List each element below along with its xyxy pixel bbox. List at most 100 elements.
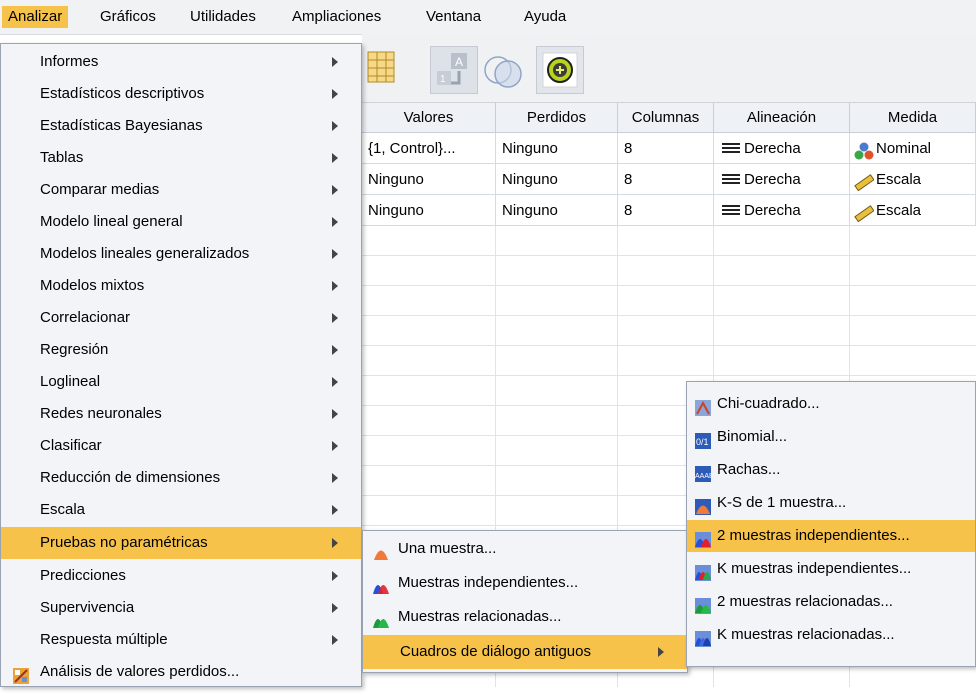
swap-variables-icon[interactable]: A 1 bbox=[430, 46, 478, 94]
menu-item-supervivencia[interactable]: Supervivencia bbox=[1, 592, 361, 624]
menu-bar: Analizar Gráficos Utilidades Ampliacione… bbox=[0, 0, 976, 35]
cell-columnas[interactable]: 8 bbox=[618, 133, 714, 164]
menu-item-predicciones[interactable]: Predicciones bbox=[1, 560, 361, 592]
menu-item-tablas[interactable]: Tablas bbox=[1, 142, 361, 174]
menu-item-comparar-medias[interactable]: Comparar medias bbox=[1, 174, 361, 206]
menu-item-label: Clasificar bbox=[40, 437, 102, 454]
menu-ampliaciones[interactable]: Ampliaciones bbox=[286, 6, 387, 28]
submenu-arrow-icon bbox=[332, 603, 338, 613]
submenu-arrow-icon bbox=[332, 635, 338, 645]
menu-item-pruebas-no-parametricas[interactable]: Pruebas no paramétricas bbox=[1, 527, 361, 559]
menu-item-muestras-independientes[interactable]: Muestras independientes... bbox=[363, 567, 687, 599]
venn-icon[interactable] bbox=[480, 46, 526, 92]
one-sample-icon bbox=[373, 541, 389, 560]
menu-item-regresion[interactable]: Regresión bbox=[1, 334, 361, 366]
cell-alineacion[interactable]: Derecha bbox=[714, 164, 850, 195]
col-header-alineacion[interactable]: Alineación bbox=[714, 103, 850, 133]
align-right-icon bbox=[722, 205, 740, 218]
menu-item-una-muestra[interactable]: Una muestra... bbox=[363, 533, 687, 565]
menu-ventana[interactable]: Ventana bbox=[420, 6, 487, 28]
menu-analizar[interactable]: Analizar bbox=[2, 6, 69, 28]
col-header-perdidos[interactable]: Perdidos bbox=[496, 103, 618, 133]
menu-item-binomial[interactable]: 0/1 Binomial... bbox=[687, 421, 975, 453]
menu-item-escala[interactable]: Escala bbox=[1, 494, 361, 526]
menu-item-label: Tablas bbox=[40, 149, 84, 166]
submenu-arrow-icon bbox=[332, 505, 338, 515]
menu-item-label: 2 muestras relacionadas... bbox=[717, 593, 893, 610]
menu-item-label: Estadísticas Bayesianas bbox=[40, 117, 203, 134]
menu-item-estadisticas-bayesianas[interactable]: Estadísticas Bayesianas bbox=[1, 110, 361, 142]
submenu-arrow-icon bbox=[332, 249, 338, 259]
chi-square-icon bbox=[695, 396, 711, 416]
scale-ruler-icon bbox=[854, 202, 875, 223]
menu-item-label: Cuadros de diálogo antiguos bbox=[400, 643, 591, 660]
submenu-arrow-icon bbox=[332, 571, 338, 581]
col-header-valores[interactable]: Valores bbox=[362, 103, 496, 133]
analizar-menu: Informes Estadísticos descriptivos Estad… bbox=[0, 43, 362, 687]
svg-text:0/1: 0/1 bbox=[696, 437, 709, 447]
pruebas-no-parametricas-submenu: Una muestra... Muestras independientes..… bbox=[362, 530, 688, 673]
menu-item-muestras-relacionadas[interactable]: Muestras relacionadas... bbox=[363, 601, 687, 633]
menu-item-respuesta-multiple[interactable]: Respuesta múltiple bbox=[1, 624, 361, 656]
submenu-arrow-icon bbox=[332, 473, 338, 483]
menu-item-modelos-mixtos[interactable]: Modelos mixtos bbox=[1, 270, 361, 302]
menu-utilidades[interactable]: Utilidades bbox=[184, 6, 262, 28]
cell-medida[interactable]: Nominal bbox=[850, 133, 976, 164]
cell-columnas[interactable]: 8 bbox=[618, 195, 714, 226]
menu-item-2-muestras-relacionadas[interactable]: 2 muestras relacionadas... bbox=[687, 586, 975, 618]
submenu-arrow-icon bbox=[332, 153, 338, 163]
menu-item-2-muestras-independientes[interactable]: 2 muestras independientes... bbox=[687, 520, 975, 552]
cell-alineacion[interactable]: Derecha bbox=[714, 133, 850, 164]
cell-alineacion[interactable]: Derecha bbox=[714, 195, 850, 226]
cell-valores[interactable]: Ninguno bbox=[362, 164, 496, 195]
menu-item-correlacionar[interactable]: Correlacionar bbox=[1, 302, 361, 334]
cell-medida[interactable]: Escala bbox=[850, 195, 976, 226]
menu-item-informes[interactable]: Informes bbox=[1, 46, 361, 78]
menu-item-valores-perdidos[interactable]: Análisis de valores perdidos... bbox=[1, 656, 361, 688]
submenu-arrow-icon bbox=[332, 281, 338, 291]
cell-perdidos[interactable]: Ninguno bbox=[496, 195, 618, 226]
menu-item-label: 2 muestras independientes... bbox=[717, 527, 910, 544]
menu-item-label: Modelo lineal general bbox=[40, 213, 183, 230]
menu-item-k-muestras-relacionadas[interactable]: K muestras relacionadas... bbox=[687, 619, 975, 651]
menu-item-chi-cuadrado[interactable]: Chi-cuadrado... bbox=[687, 388, 975, 420]
menu-item-redes-neuronales[interactable]: Redes neuronales bbox=[1, 398, 361, 430]
menu-item-rachas[interactable]: AAAB Rachas... bbox=[687, 454, 975, 486]
cell-valores[interactable]: {1, Control}... bbox=[362, 133, 496, 164]
col-header-medida[interactable]: Medida bbox=[850, 103, 976, 133]
add-circle-icon[interactable] bbox=[536, 46, 584, 94]
k-related-samples-icon bbox=[695, 627, 711, 647]
menu-item-cuadros-dialogo-antiguos[interactable]: Cuadros de diálogo antiguos bbox=[363, 635, 687, 669]
menu-item-label: Modelos lineales generalizados bbox=[40, 245, 250, 262]
menu-item-reduccion-dimensiones[interactable]: Reducción de dimensiones bbox=[1, 462, 361, 494]
alineacion-value: Derecha bbox=[744, 140, 801, 157]
menu-item-modelo-lineal-general[interactable]: Modelo lineal general bbox=[1, 206, 361, 238]
submenu-arrow-icon bbox=[332, 409, 338, 419]
cell-medida[interactable]: Escala bbox=[850, 164, 976, 195]
menu-item-ks-1-muestra[interactable]: K-S de 1 muestra... bbox=[687, 487, 975, 519]
menu-item-label: Informes bbox=[40, 53, 99, 70]
menu-item-label: K muestras independientes... bbox=[717, 560, 912, 577]
cell-perdidos[interactable]: Ninguno bbox=[496, 133, 618, 164]
col-header-columnas[interactable]: Columnas bbox=[618, 103, 714, 133]
menu-item-label: Predicciones bbox=[40, 567, 126, 584]
cell-perdidos[interactable]: Ninguno bbox=[496, 164, 618, 195]
medida-value: Escala bbox=[876, 202, 922, 219]
menu-item-k-muestras-independientes[interactable]: K muestras independientes... bbox=[687, 553, 975, 585]
menu-item-label: Muestras independientes... bbox=[398, 574, 579, 591]
menu-item-label: Rachas... bbox=[717, 461, 781, 478]
menu-item-modelos-lineales-generalizados[interactable]: Modelos lineales generalizados bbox=[1, 238, 361, 270]
menu-ayuda[interactable]: Ayuda bbox=[518, 6, 572, 28]
alineacion-value: Derecha bbox=[744, 171, 801, 188]
cell-columnas[interactable]: 8 bbox=[618, 164, 714, 195]
menu-item-clasificar[interactable]: Clasificar bbox=[1, 430, 361, 462]
menu-item-estadisticos-descriptivos[interactable]: Estadísticos descriptivos bbox=[1, 78, 361, 110]
cuadros-antiguos-submenu: Chi-cuadrado... 0/1 Binomial... AAAB Rac… bbox=[686, 381, 976, 667]
k-independent-samples-icon bbox=[695, 561, 711, 581]
menu-item-loglineal[interactable]: Loglineal bbox=[1, 366, 361, 398]
menu-item-label: Una muestra... bbox=[398, 540, 497, 557]
cell-valores[interactable]: Ninguno bbox=[362, 195, 496, 226]
grid-icon[interactable] bbox=[362, 46, 402, 92]
menu-item-label: Binomial... bbox=[717, 428, 788, 445]
menu-graficos[interactable]: Gráficos bbox=[94, 6, 162, 28]
